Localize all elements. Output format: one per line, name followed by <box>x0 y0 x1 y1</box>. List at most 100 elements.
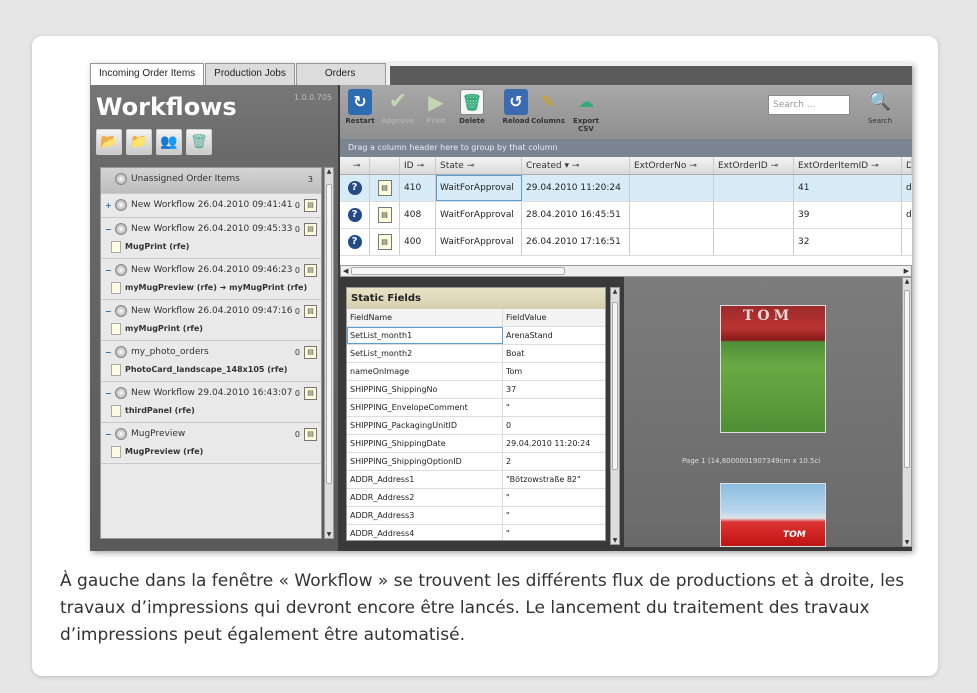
collapse-toggle[interactable]: − <box>105 348 113 357</box>
document-icon[interactable]: ▤ <box>304 222 317 236</box>
field-row[interactable]: nameOnImage Tom <box>347 363 605 381</box>
document-icon[interactable]: ▤ <box>304 386 317 400</box>
scroll-thumb[interactable] <box>326 184 332 484</box>
field-row[interactable]: ADDR_Address2 " <box>347 489 605 507</box>
export-csv-button[interactable]: ☁ Export CSV <box>564 89 608 133</box>
scroll-thumb[interactable] <box>351 267 565 275</box>
workflow-item[interactable]: + New Workflow 26.04.2010 09:41:41 0 ▤ <box>101 194 321 218</box>
workflow-item[interactable]: − New Workflow 29.04.2010 16:43:07 0 ▤ t… <box>101 382 321 423</box>
column-header[interactable]: ⊸ <box>340 157 370 174</box>
field-row[interactable]: SHIPPING_EnvelopeComment " <box>347 399 605 417</box>
document-icon[interactable]: ▤ <box>304 427 317 441</box>
collapse-toggle[interactable]: − <box>105 389 113 398</box>
scroll-up-icon[interactable]: ▲ <box>903 278 911 285</box>
table-row[interactable]: ? ▤ 410 WaitForApproval 29.04.2010 11:20… <box>340 175 912 202</box>
print-button[interactable]: ▶ Print <box>418 89 454 125</box>
workflow-item[interactable]: − New Workflow 26.04.2010 09:47:16 0 ▤ m… <box>101 300 321 341</box>
document-icon[interactable]: ▤ <box>377 234 392 250</box>
gear-icon <box>115 223 127 235</box>
job-item[interactable]: MugPrint (rfe) <box>111 239 317 254</box>
field-row[interactable]: SetList_month1 ArenaStand <box>347 327 605 345</box>
scroll-up-icon[interactable]: ▲ <box>611 288 619 295</box>
field-row[interactable]: SHIPPING_ShippingNo 37 <box>347 381 605 399</box>
document-icon[interactable]: ▤ <box>304 345 317 359</box>
search-button[interactable]: 🔍 Search <box>860 89 900 125</box>
collapse-toggle[interactable]: − <box>105 430 113 439</box>
restart-label: Restart <box>345 117 375 125</box>
field-value: 0 <box>506 421 512 430</box>
column-header-extorderitemid[interactable]: ExtOrderItemID ⊸ <box>794 157 902 174</box>
workflow-item[interactable]: − my_photo_orders 0 ▤ PhotoCard_landscap… <box>101 341 321 382</box>
expand-toggle[interactable]: + <box>105 201 113 210</box>
workflow-item[interactable]: − New Workflow 26.04.2010 09:46:23 0 ▤ m… <box>101 259 321 300</box>
workflow-scrollbar[interactable]: ▲ ▼ <box>324 167 334 539</box>
preview-scrollbar[interactable]: ▲ ▼ <box>902 277 912 547</box>
static-fields-scrollbar[interactable]: ▲ ▼ <box>610 287 620 545</box>
field-row[interactable]: SHIPPING_ShippingDate 29.04.2010 11:20:24 <box>347 435 605 453</box>
users-icon[interactable]: 👥 <box>156 129 182 155</box>
job-item[interactable]: MugPreview (rfe) <box>111 444 317 459</box>
columns-button[interactable]: ✎ Columns <box>530 89 566 125</box>
workflow-toolbar: 📂 📁 👥 🗑 <box>96 129 212 155</box>
group-by-bar[interactable]: Drag a column header here to group by th… <box>340 139 912 157</box>
document-icon[interactable]: ▤ <box>304 198 317 212</box>
folder-open-icon[interactable]: 📂 <box>96 129 122 155</box>
table-row[interactable]: ? ▤ 408 WaitForApproval 28.04.2010 16:45… <box>340 202 912 229</box>
job-item[interactable]: myMugPreview (rfe) ➔ myMugPrint (rfe) <box>111 280 317 295</box>
job-item[interactable]: myMugPrint (rfe) <box>111 321 317 336</box>
field-row[interactable]: ADDR_Address4 " <box>347 525 605 540</box>
scroll-thumb[interactable] <box>612 302 618 470</box>
field-row[interactable]: SetList_month2 Boat <box>347 345 605 363</box>
document-icon[interactable]: ▤ <box>377 207 392 223</box>
field-row[interactable]: ADDR_Address1 "Bötzowstraße 82" <box>347 471 605 489</box>
preview-image-stadium: TOM <box>720 305 826 433</box>
tab-incoming-order-items[interactable]: Incoming Order Items <box>90 63 205 86</box>
scroll-down-icon[interactable]: ▼ <box>611 537 619 544</box>
column-header-id[interactable]: ID ⊸ <box>400 157 436 174</box>
scroll-down-icon[interactable]: ▼ <box>903 539 911 546</box>
trash-icon[interactable]: 🗑 <box>186 129 212 155</box>
header-label: State <box>440 161 464 171</box>
fieldvalue-header[interactable]: FieldValue <box>503 309 605 326</box>
field-row[interactable]: SHIPPING_ShippingOptionID 2 <box>347 453 605 471</box>
print-label: Print <box>426 117 446 125</box>
document-icon[interactable]: ▤ <box>304 304 317 318</box>
job-item[interactable]: thirdPanel (rfe) <box>111 403 317 418</box>
workflow-item[interactable]: − MugPreview 0 ▤ MugPreview (rfe) <box>101 423 321 464</box>
scroll-right-icon[interactable]: ▶ <box>904 266 909 276</box>
folder-icon[interactable]: 📁 <box>126 129 152 155</box>
collapse-toggle[interactable]: − <box>105 307 113 316</box>
field-row[interactable]: SHIPPING_PackagingUnitID 0 <box>347 417 605 435</box>
field-value: " <box>506 529 510 538</box>
collapse-toggle[interactable]: − <box>105 225 113 234</box>
reload-button[interactable]: ↺ Reload <box>498 89 534 125</box>
scroll-up-icon[interactable]: ▲ <box>325 168 333 175</box>
scroll-thumb[interactable] <box>904 290 910 468</box>
field-row[interactable]: ADDR_Address3 " <box>347 507 605 525</box>
column-header-state[interactable]: State ⊸ <box>436 157 522 174</box>
scroll-down-icon[interactable]: ▼ <box>325 531 333 538</box>
column-header-extorderid[interactable]: ExtOrderID ⊸ <box>714 157 794 174</box>
tab-orders[interactable]: Orders <box>295 63 387 85</box>
column-header[interactable]: D <box>902 157 912 174</box>
fieldname-header[interactable]: FieldName <box>347 309 503 326</box>
collapse-toggle[interactable]: − <box>105 266 113 275</box>
workflow-item[interactable]: Unassigned Order Items 3 <box>101 168 321 194</box>
tab-production-jobs[interactable]: Production Jobs <box>205 63 295 85</box>
column-header[interactable] <box>370 157 400 174</box>
gear-icon <box>115 199 127 211</box>
grid-horizontal-scrollbar[interactable]: ◀ ▶ <box>340 265 912 277</box>
table-row[interactable]: ? ▤ 400 WaitForApproval 26.04.2010 17:16… <box>340 229 912 256</box>
search-input[interactable]: Search ... <box>768 95 850 115</box>
restart-button[interactable]: ↻ Restart <box>342 89 378 125</box>
workflow-item[interactable]: − New Workflow 26.04.2010 09:45:33 0 ▤ M… <box>101 218 321 259</box>
document-icon[interactable]: ▤ <box>377 180 392 196</box>
column-header-created[interactable]: Created ▾ ⊸ <box>522 157 630 174</box>
delete-button[interactable]: 🗑 Delete <box>454 89 490 125</box>
approve-button[interactable]: ✔ Approve <box>380 89 416 125</box>
column-header-extorderno[interactable]: ExtOrderNo ⊸ <box>630 157 714 174</box>
document-icon[interactable]: ▤ <box>304 263 317 277</box>
header-label: ID <box>404 161 414 171</box>
scroll-left-icon[interactable]: ◀ <box>343 266 348 276</box>
job-item[interactable]: PhotoCard_landscape_148x105 (rfe) <box>111 362 317 377</box>
